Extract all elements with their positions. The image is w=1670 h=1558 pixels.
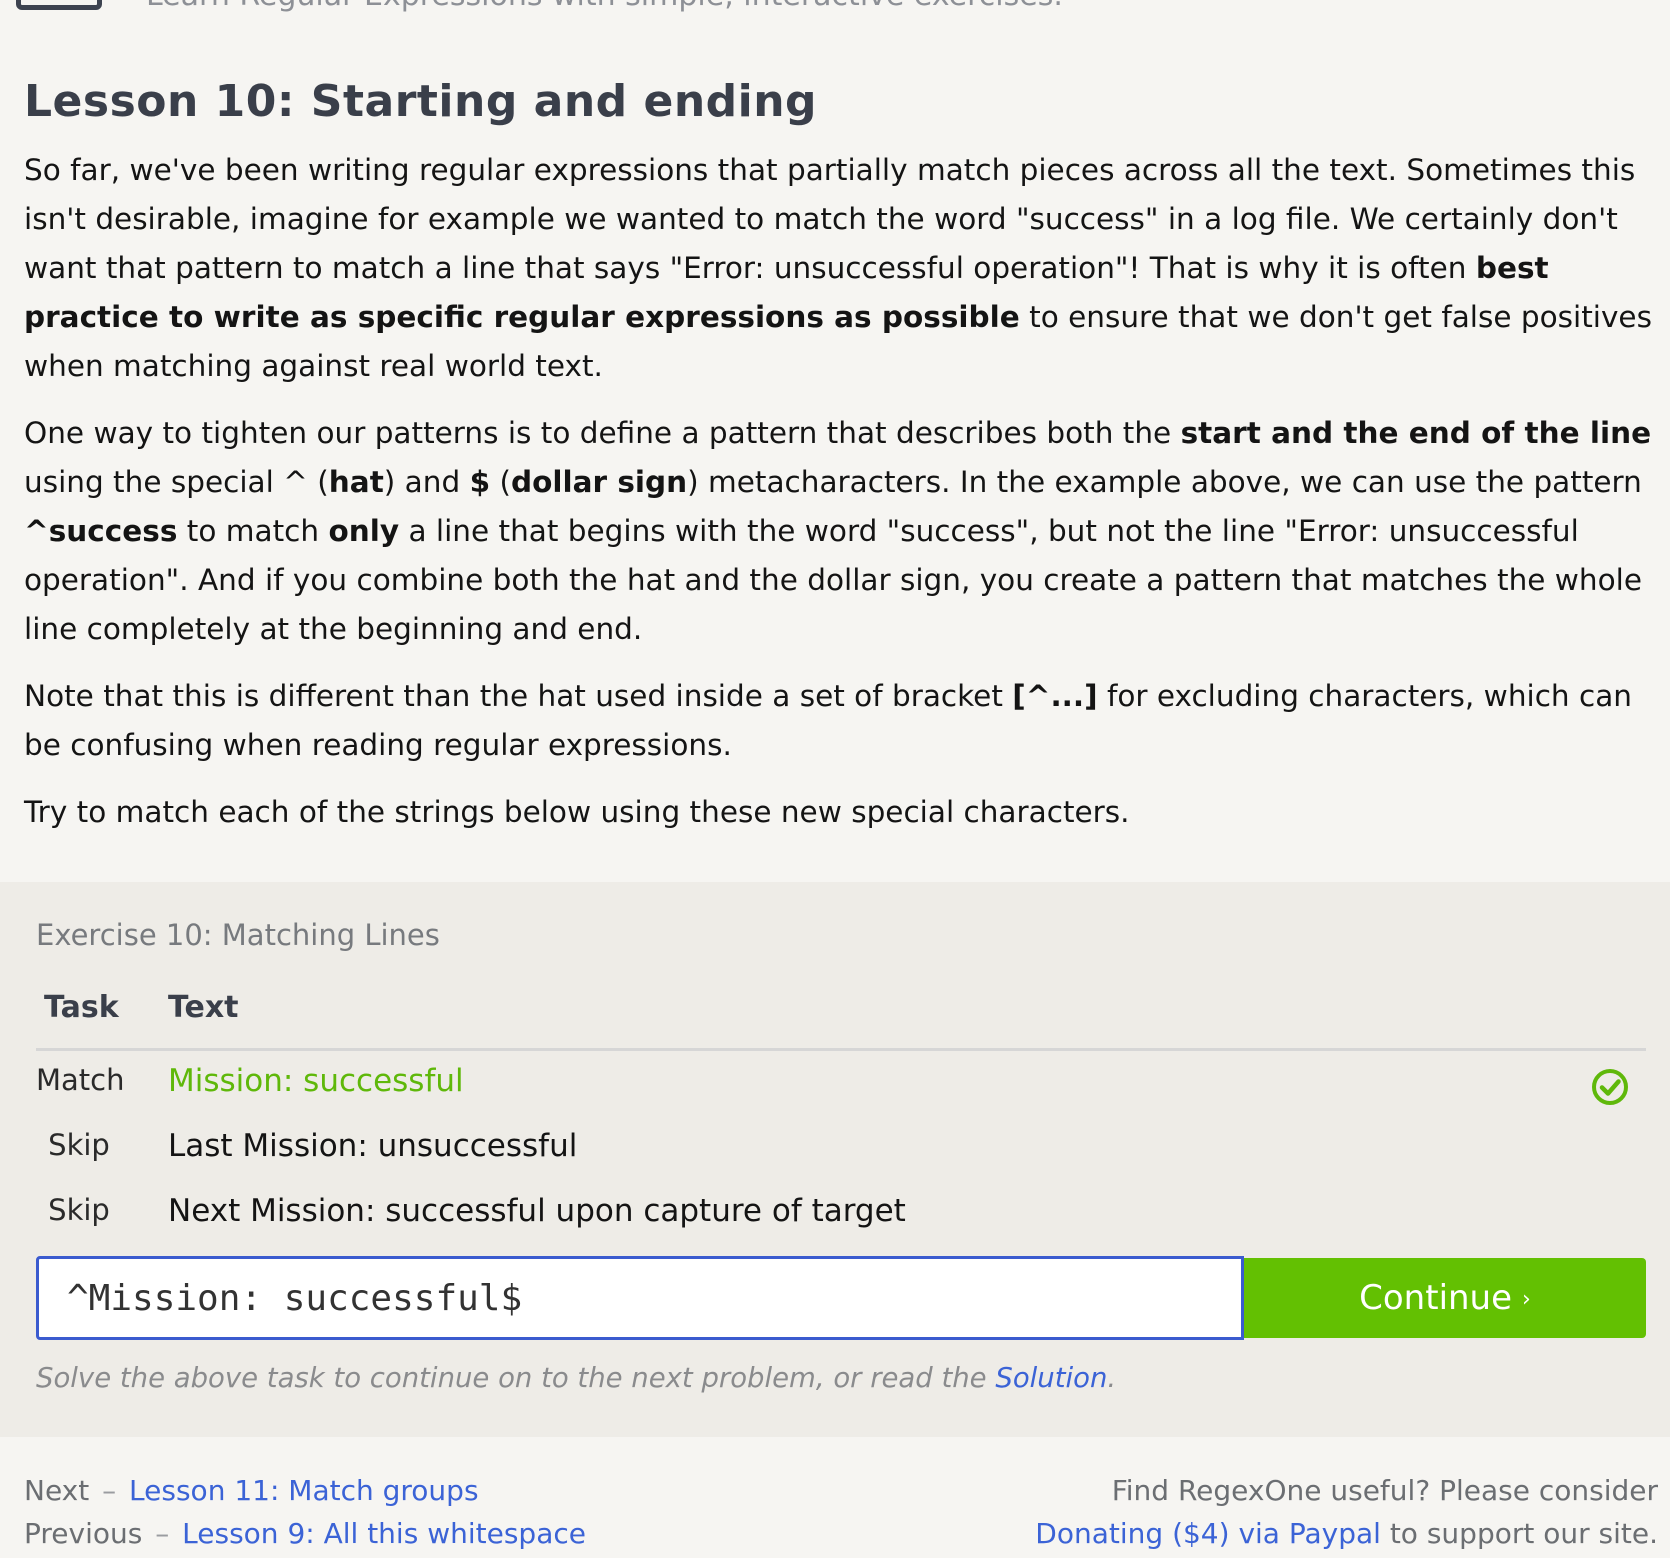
task-table-header: Task Text	[36, 982, 1646, 1051]
lesson-paragraph-1: So far, we've been writing regular expre…	[24, 153, 1652, 383]
answer-row: Continue ›	[36, 1256, 1646, 1340]
previous-lesson-line: Previous – Lesson 9: All this whitespace	[24, 1517, 586, 1550]
continue-button[interactable]: Continue ›	[1244, 1258, 1646, 1338]
solution-link[interactable]: Solution	[995, 1362, 1107, 1394]
lesson-paragraph-2: One way to tighten our patterns is to de…	[24, 416, 1652, 646]
table-row: Skip Last Mission: unsuccessful	[36, 1116, 1646, 1181]
donate-text: Find RegexOne useful? Please consider	[1111, 1474, 1658, 1507]
table-row: Skip Next Mission: successful upon captu…	[36, 1181, 1646, 1246]
row-task-label: Match	[36, 1063, 125, 1097]
exercise-panel: Exercise 10: Matching Lines Task Text Ma…	[0, 882, 1670, 1437]
site-header: Learn Regular Expressions with simple, i…	[0, 0, 1670, 40]
lesson-paragraph-3: Note that this is different than the hat…	[24, 679, 1632, 762]
regexone-logo[interactable]	[16, 0, 102, 10]
table-row: Match Mission: successful	[36, 1051, 1646, 1116]
task-table: Task Text Match Mission: successful Skip…	[36, 982, 1646, 1246]
exercise-hint: Solve the above task to continue on to t…	[36, 1362, 1117, 1394]
lesson-navigation: Next – Lesson 11: Match groups Previous …	[24, 1469, 586, 1555]
previous-lesson-link[interactable]: Lesson 9: All this whitespace	[182, 1517, 586, 1550]
row-text: Last Mission: unsuccessful	[168, 1128, 578, 1164]
lesson-content: Lesson 10: Starting and ending So far, w…	[24, 68, 1660, 855]
donate-link[interactable]: Donating ($4) via Paypal	[1035, 1517, 1381, 1550]
site-tagline: Learn Regular Expressions with simple, i…	[146, 0, 1063, 13]
column-header-text: Text	[168, 990, 239, 1025]
row-task-label: Skip	[48, 1193, 110, 1227]
lesson-body: So far, we've been writing regular expre…	[24, 146, 1660, 837]
row-text: Next Mission: successful upon capture of…	[168, 1193, 906, 1229]
lesson-paragraph-4: Try to match each of the strings below u…	[24, 795, 1130, 829]
donation-note: Find RegexOne useful? Please consider Do…	[1035, 1469, 1658, 1555]
page: Learn Regular Expressions with simple, i…	[0, 0, 1670, 1558]
exercise-title: Exercise 10: Matching Lines	[36, 918, 440, 952]
next-lesson-link[interactable]: Lesson 11: Match groups	[129, 1474, 479, 1507]
column-header-task: Task	[44, 990, 119, 1025]
row-text: Mission: successful	[168, 1063, 464, 1099]
lesson-title: Lesson 10: Starting and ending	[24, 76, 818, 127]
continue-label: Continue	[1359, 1278, 1513, 1318]
next-lesson-line: Next – Lesson 11: Match groups	[24, 1474, 479, 1507]
regex-answer-input[interactable]	[36, 1256, 1244, 1340]
footer-nav: Next – Lesson 11: Match groups Previous …	[0, 1437, 1670, 1558]
donate-line: Donating ($4) via Paypal to support our …	[1035, 1517, 1658, 1550]
check-circle-icon	[1592, 1069, 1628, 1105]
row-task-label: Skip	[48, 1128, 110, 1162]
chevron-right-icon: ›	[1522, 1287, 1531, 1312]
